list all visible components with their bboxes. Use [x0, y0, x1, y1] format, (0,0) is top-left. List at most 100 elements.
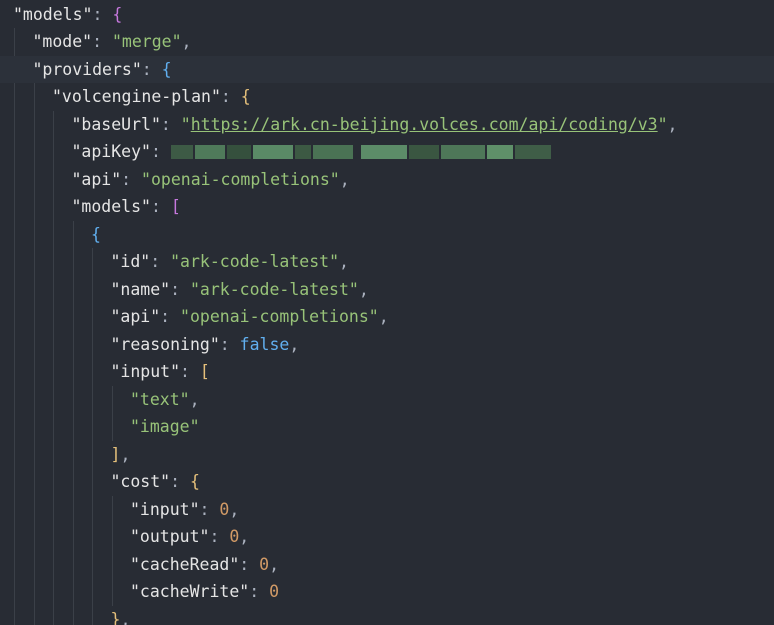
json-key: "name" [110, 279, 171, 299]
code-line[interactable]: }, [0, 606, 774, 625]
code-line-content: "image" [130, 413, 200, 441]
json-key: "cost" [110, 472, 171, 491]
code-line-content: "output": 0, [130, 523, 249, 551]
punctuation: , [239, 527, 250, 546]
punctuation: : [141, 59, 162, 79]
code-line[interactable]: "input": [ [0, 358, 774, 386]
code-line-content: "name": "ark-code-latest", [111, 276, 369, 304]
punctuation: , [339, 169, 350, 189]
code-line[interactable]: "baseUrl": "https://ark.cn-beijing.volce… [0, 111, 774, 139]
code-line[interactable]: "apiKey": [0, 138, 774, 166]
url-link[interactable]: https://ark.cn-beijing.volces.com/api/co… [191, 115, 658, 134]
number-value: 0 [229, 527, 240, 546]
punctuation: : [180, 362, 200, 381]
current-code-line[interactable]: "providers": { [0, 55, 774, 83]
code-line-content: "apiKey": [72, 138, 551, 166]
redaction-block [226, 144, 251, 159]
punctuation: : [121, 169, 142, 189]
punctuation: , [667, 114, 678, 134]
json-key: "volcengine-plan" [52, 87, 221, 106]
redaction-block [294, 144, 311, 159]
bracket: [ [170, 197, 181, 216]
json-key: "cacheRead" [130, 554, 240, 574]
redaction-block [514, 144, 551, 159]
code-line[interactable]: "mode": "merge", [0, 28, 774, 56]
string-value: " [657, 114, 668, 134]
redaction-block [408, 144, 439, 159]
code-line[interactable]: "api": "openai-completions", [0, 166, 774, 194]
punctuation: , [189, 389, 200, 409]
json-key: "output" [130, 527, 210, 546]
redaction-block [170, 144, 193, 159]
code-line-content: "cacheWrite": 0 [130, 578, 279, 606]
boolean-value: false [239, 334, 290, 354]
code-line[interactable]: "input": 0, [0, 496, 774, 524]
punctuation: : [219, 334, 240, 354]
json-key: "cacheWrite" [130, 582, 250, 601]
code-line[interactable]: "cacheWrite": 0 [0, 578, 774, 606]
code-line-content: "api": "openai-completions", [111, 303, 389, 331]
code-line[interactable]: "cacheRead": 0, [0, 551, 774, 579]
json-key: "apiKey" [71, 142, 151, 161]
code-line[interactable]: "image" [0, 413, 774, 441]
punctuation: : [170, 279, 190, 299]
code-line[interactable]: "id": "ark-code-latest", [0, 248, 774, 276]
punctuation: , [120, 444, 131, 464]
bracket: { [189, 472, 200, 491]
code-line[interactable]: "cost": { [0, 468, 774, 496]
json-key: "api" [71, 169, 122, 189]
bracket: } [110, 609, 121, 625]
punctuation: : [160, 307, 181, 326]
code-line-content: "cacheRead": 0, [130, 551, 279, 579]
code-line[interactable]: "api": "openai-completions", [0, 303, 774, 331]
code-line-content: "reasoning": false, [111, 331, 300, 359]
code-line-content: "volcengine-plan": { [52, 83, 251, 111]
punctuation: , [181, 32, 192, 51]
json-key: "models" [13, 4, 93, 24]
punctuation: , [339, 252, 349, 271]
punctuation: : [209, 527, 230, 546]
json-key: "mode" [32, 32, 93, 51]
code-line-content: "input": 0, [130, 496, 239, 524]
json-key: "api" [110, 307, 161, 326]
punctuation: , [120, 609, 131, 625]
json-key: "baseUrl" [71, 114, 161, 134]
code-line[interactable]: { [0, 221, 774, 249]
punctuation: , [269, 554, 280, 574]
code-editor[interactable]: "models": {"mode": "merge", "providers": … [0, 0, 774, 625]
bracket: { [240, 87, 251, 106]
string-value: "merge" [111, 32, 182, 51]
code-line-content: }, [111, 606, 131, 625]
code-line[interactable]: "name": "ark-code-latest", [0, 276, 774, 304]
punctuation: , [289, 334, 300, 354]
bracket: { [161, 59, 172, 79]
code-line-content: "models": [ [72, 193, 181, 221]
punctuation: : [92, 4, 113, 24]
string-value: "openai-completions" [180, 307, 379, 326]
code-line-content: "cost": { [111, 468, 200, 496]
punctuation: : [199, 499, 220, 519]
code-line[interactable]: "models": { [0, 1, 774, 29]
bracket: [ [199, 362, 210, 381]
code-line-content: "text", [130, 386, 200, 414]
punctuation: : [220, 87, 241, 106]
code-line[interactable]: "volcengine-plan": { [0, 83, 774, 111]
json-key: "id" [110, 252, 151, 271]
redaction-block [194, 144, 225, 159]
punctuation: : [150, 197, 171, 216]
punctuation: , [229, 499, 240, 519]
json-key: "providers" [32, 59, 142, 79]
code-line[interactable]: "models": [ [0, 193, 774, 221]
bracket: ] [110, 444, 121, 464]
number-value: 0 [219, 499, 230, 519]
code-line[interactable]: "output": 0, [0, 523, 774, 551]
code-line[interactable]: "reasoning": false, [0, 331, 774, 359]
json-key: "input" [130, 499, 200, 519]
code-line[interactable]: "text", [0, 386, 774, 414]
string-value: "text" [130, 389, 190, 409]
number-value: 0 [259, 554, 270, 574]
punctuation: : [170, 472, 190, 491]
redaction-block [486, 144, 513, 159]
code-line-content: "baseUrl": "https://ark.cn-beijing.volce… [72, 111, 678, 139]
code-line[interactable]: ], [0, 441, 774, 469]
